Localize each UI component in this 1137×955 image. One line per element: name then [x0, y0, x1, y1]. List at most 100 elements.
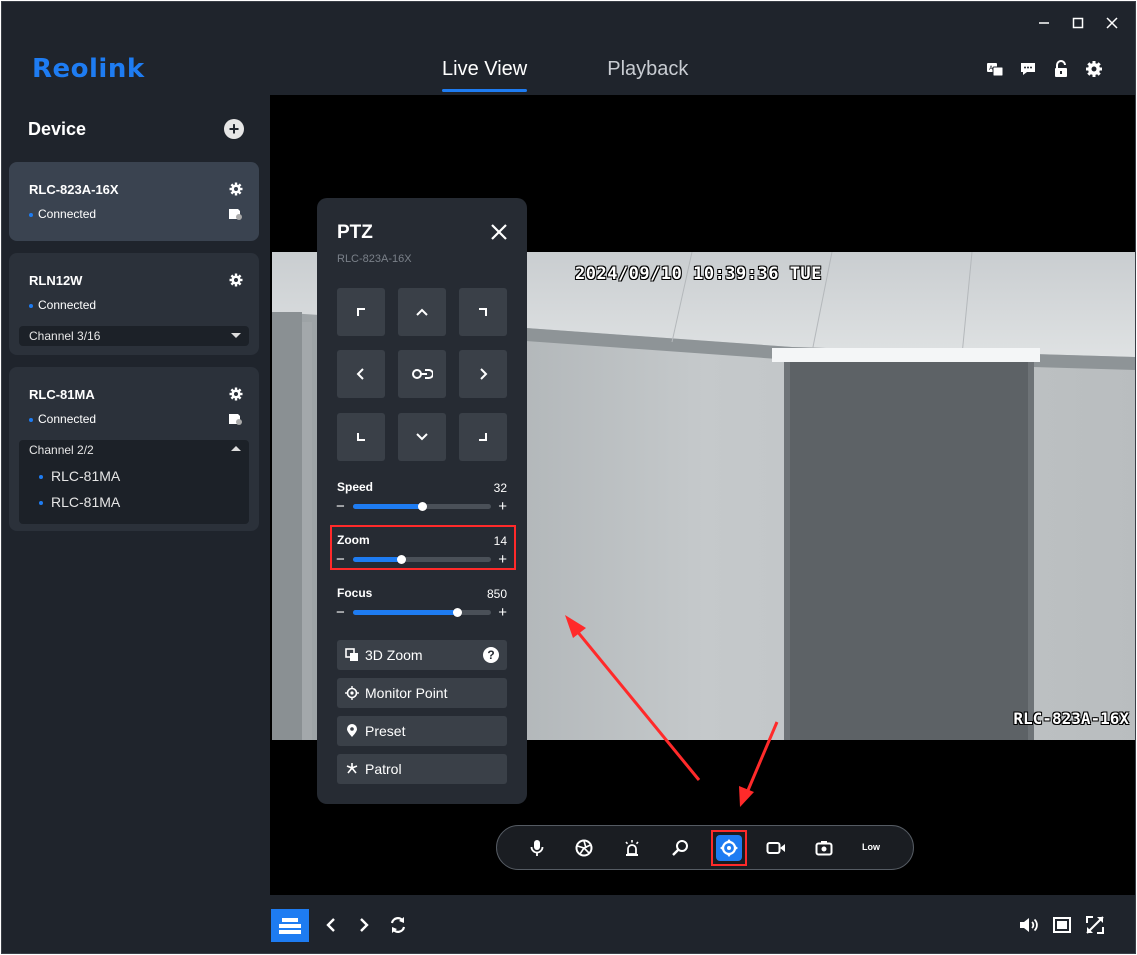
channel-select[interactable]: Channel 2/2: [19, 440, 249, 460]
chevron-down-icon: [231, 333, 241, 338]
volume-button[interactable]: [1019, 915, 1039, 935]
close-icon[interactable]: [1103, 12, 1121, 34]
gear-icon[interactable]: [1085, 60, 1103, 78]
arrow-up-right-icon: [479, 308, 487, 316]
fullscreen-icon: [1086, 916, 1104, 934]
device-name: RLN12W: [29, 273, 83, 288]
sidebar-title: Device: [28, 119, 87, 139]
footer-bar: [270, 895, 1135, 953]
patrol-label: Patrol: [365, 761, 402, 777]
focus-label: Focus: [337, 586, 373, 600]
sd-card-icon: [229, 414, 242, 425]
ptz-panel: PTZ RLC-823A-16X Speed 32 − + Zoom 14 − …: [317, 198, 527, 804]
channel-label: Channel 3/16: [29, 329, 101, 343]
refresh-button[interactable]: [388, 915, 408, 935]
pan-up-left-button[interactable]: [337, 288, 385, 336]
device-sidebar: Device + RLC-823A-16X Connected RLN12W C…: [2, 95, 270, 895]
preset-button[interactable]: Preset: [337, 716, 507, 746]
monitor-point-button[interactable]: Monitor Point: [337, 678, 507, 708]
zoom-icon[interactable]: [670, 838, 690, 858]
tilt-up-button[interactable]: [398, 288, 446, 336]
close-icon[interactable]: [489, 222, 509, 242]
list-icon: [279, 917, 301, 934]
reolink-logo: Reolink: [32, 54, 145, 84]
tab-playback[interactable]: Playback: [607, 58, 688, 92]
screen-icon: [1053, 917, 1071, 933]
zoom-slider[interactable]: [353, 555, 491, 564]
window-mode-button[interactable]: [1052, 915, 1072, 935]
arrow-down-right-icon: [479, 433, 487, 441]
ptz-title: PTZ: [337, 222, 373, 243]
previous-button[interactable]: [321, 915, 341, 935]
device-status: Connected: [29, 298, 96, 312]
device-name: RLC-81MA: [29, 387, 95, 402]
list-item[interactable]: RLC-81MA: [39, 468, 120, 484]
focus-increase-button[interactable]: +: [498, 605, 507, 620]
device-card-rlc-823a[interactable]: RLC-823A-16X Connected: [9, 162, 259, 241]
message-icon[interactable]: [1019, 60, 1037, 78]
aperture-icon[interactable]: [574, 838, 594, 858]
translate-icon[interactable]: A: [986, 60, 1004, 78]
microphone-icon[interactable]: [527, 838, 547, 858]
focus-value: 850: [486, 587, 507, 601]
patrol-button[interactable]: Patrol: [337, 754, 507, 784]
unlock-icon[interactable]: [1052, 60, 1070, 78]
ptz-device-name: RLC-823A-16X: [337, 253, 412, 265]
sd-card-icon: [229, 209, 242, 220]
focus-handle[interactable]: [452, 608, 462, 617]
zoom-increase-button[interactable]: +: [498, 552, 507, 567]
auto-pan-icon: [412, 369, 433, 379]
tab-live-view[interactable]: Live View: [442, 58, 528, 92]
chevron-up-icon: [231, 446, 241, 451]
speed-increase-button[interactable]: +: [498, 499, 507, 514]
location-pin-icon: [345, 724, 359, 738]
maximize-icon[interactable]: [1069, 12, 1087, 34]
layout-toggle-button[interactable]: [271, 909, 309, 942]
zoom-label: Zoom: [337, 533, 370, 547]
speed-fill: [353, 504, 422, 509]
ptz-toggle-button[interactable]: [711, 830, 747, 866]
speed-slider[interactable]: [353, 502, 491, 511]
gear-icon[interactable]: [229, 273, 243, 287]
monitor-point-label: Monitor Point: [365, 685, 448, 701]
header: Reolink Live View Playback A: [2, 2, 1135, 95]
focus-slider[interactable]: [353, 608, 491, 617]
chevron-left-icon: [326, 918, 335, 932]
speed-label: Speed: [337, 480, 374, 494]
video-control-bar: Low: [496, 825, 914, 870]
arrow-down-left-icon: [357, 433, 365, 441]
gear-icon[interactable]: [229, 182, 243, 196]
device-card-rln12w[interactable]: RLN12W Connected Channel 3/16: [9, 253, 259, 355]
pan-left-button[interactable]: [337, 350, 385, 398]
chevron-right-icon: [480, 368, 488, 380]
speed-handle[interactable]: [418, 502, 427, 511]
stream-quality-button[interactable]: Low: [862, 842, 880, 852]
fullscreen-button[interactable]: [1085, 915, 1105, 935]
main-tabs: Live View Playback: [442, 58, 688, 92]
pan-up-right-button[interactable]: [459, 288, 507, 336]
zoom-decrease-button[interactable]: −: [336, 552, 345, 567]
list-item[interactable]: RLC-81MA: [39, 494, 120, 510]
speed-decrease-button[interactable]: −: [336, 499, 345, 514]
siren-icon[interactable]: [622, 838, 642, 858]
pan-down-left-button[interactable]: [337, 413, 385, 461]
pan-right-button[interactable]: [459, 350, 507, 398]
pan-down-right-button[interactable]: [459, 413, 507, 461]
help-icon[interactable]: ?: [483, 647, 499, 663]
snapshot-icon[interactable]: [814, 838, 834, 858]
focus-decrease-button[interactable]: −: [336, 605, 345, 620]
minimize-icon[interactable]: [1035, 12, 1053, 34]
3d-zoom-button[interactable]: 3D Zoom ?: [337, 640, 507, 670]
patrol-icon: [345, 762, 359, 776]
device-card-rlc-81ma[interactable]: RLC-81MA Connected Channel 2/2 RLC-81MA …: [9, 367, 259, 531]
next-button[interactable]: [354, 915, 374, 935]
channel-select[interactable]: Channel 3/16: [19, 326, 249, 346]
gear-icon[interactable]: [229, 387, 243, 401]
zoom-value: 14: [493, 534, 507, 548]
add-device-button[interactable]: +: [224, 119, 244, 139]
preset-label: Preset: [365, 723, 406, 739]
tilt-down-button[interactable]: [398, 413, 446, 461]
record-icon[interactable]: [766, 838, 786, 858]
auto-pan-button[interactable]: [398, 350, 446, 398]
ptz-icon: [716, 835, 742, 861]
